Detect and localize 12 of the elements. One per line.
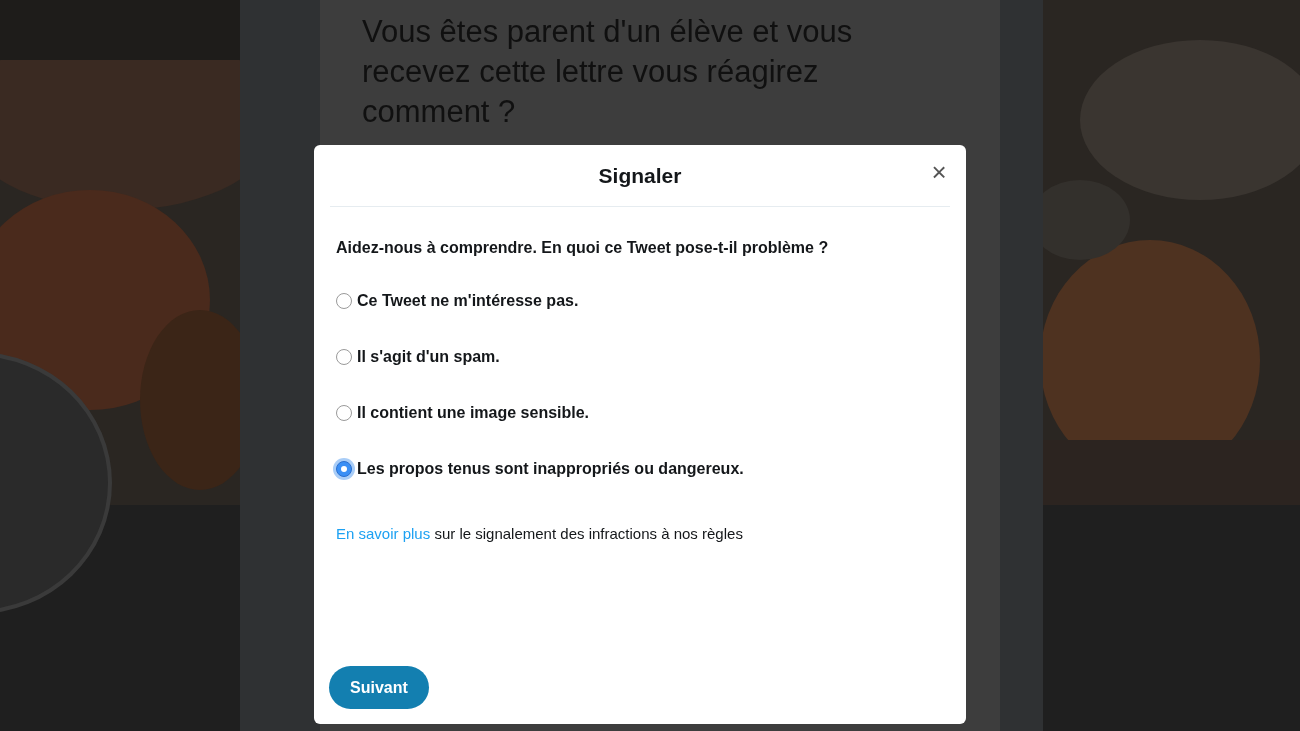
help-text: En savoir plus sur le signalement des infractions à nos règles xyxy=(336,525,744,542)
radio-button[interactable] xyxy=(336,293,352,309)
option-label[interactable]: Ce Tweet ne m'intéresse pas. xyxy=(357,292,579,310)
radio-button[interactable] xyxy=(336,405,352,421)
next-button[interactable]: Suivant xyxy=(329,666,429,709)
dialog-title: Signaler xyxy=(598,163,682,188)
option-label[interactable]: Les propos tenus sont inappropriés ou dangereux. xyxy=(357,460,744,478)
option-label[interactable]: Il s'agit d'un spam. xyxy=(357,348,500,366)
option-label[interactable]: Il contient une image sensible. xyxy=(357,404,590,422)
question-text: Aidez-nous à comprendre. En quoi ce Tweet pose-t-il problème ? xyxy=(336,239,830,257)
radio-button[interactable] xyxy=(336,461,352,477)
radio-button[interactable] xyxy=(336,349,352,365)
